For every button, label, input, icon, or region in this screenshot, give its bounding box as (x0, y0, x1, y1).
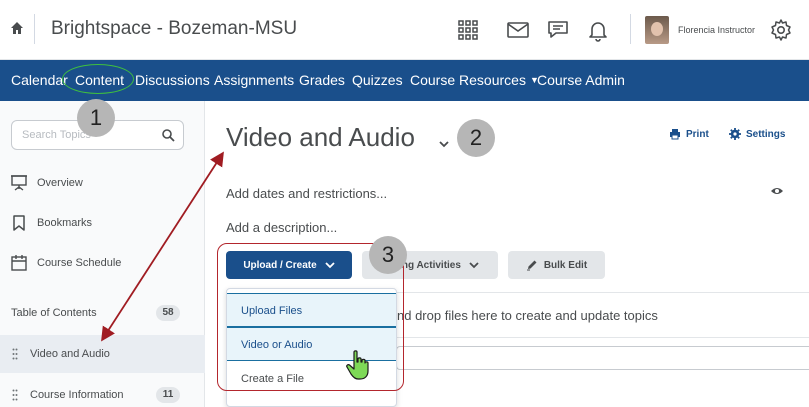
gear-icon (729, 128, 741, 140)
header-divider (34, 14, 35, 44)
avatar[interactable] (645, 16, 669, 44)
top-header: Brightspace - Bozeman-MSU Florencia Inst… (0, 0, 809, 60)
search-icon[interactable] (161, 128, 175, 142)
nav-course-admin[interactable]: Course Admin (537, 72, 625, 88)
sidebar-item-bookmarks[interactable]: Bookmarks (10, 214, 92, 232)
print-label: Print (686, 128, 709, 140)
module-count-badge: 11 (156, 387, 180, 403)
presentation-icon (11, 175, 27, 191)
waffle-grid-icon[interactable] (456, 18, 480, 42)
nav-course-resources[interactable]: Course Resources ▼ (410, 72, 539, 88)
nav-discussions[interactable]: Discussions (135, 72, 210, 88)
hand-pointer-cursor-icon (346, 350, 369, 380)
bookmark-icon (13, 215, 25, 231)
bulk-edit-button[interactable]: Bulk Edit (508, 251, 605, 279)
nav-course-resources-label: Course Resources (410, 72, 526, 88)
printer-icon (670, 129, 680, 140)
bulk-edit-label: Bulk Edit (543, 259, 588, 271)
page-title[interactable]: Video and Audio (226, 122, 415, 153)
step-callout-2: 2 (457, 119, 495, 157)
pencil-icon (526, 260, 537, 271)
nav-quizzes[interactable]: Quizzes (352, 72, 403, 88)
gear-icon[interactable] (769, 18, 793, 42)
file-dropzone[interactable]: nd drop files here to create and update … (396, 292, 809, 338)
home-icon[interactable] (10, 21, 24, 35)
table-of-contents-label[interactable]: Table of Contents (11, 307, 97, 319)
drag-handle-icon[interactable] (12, 389, 18, 401)
add-dates-link[interactable]: Add dates and restrictions... (226, 186, 387, 201)
toc-module-label: Video and Audio (30, 348, 110, 360)
user-name[interactable]: Florencia Instructor (678, 25, 755, 35)
print-button[interactable]: Print (669, 128, 709, 140)
eye-icon[interactable] (770, 186, 784, 196)
toc-module-course-information[interactable]: Course Information 11 (0, 376, 205, 407)
header-divider (630, 14, 631, 44)
settings-button[interactable]: Settings (729, 128, 785, 140)
calendar-icon (11, 255, 27, 271)
nav-grades[interactable]: Grades (299, 72, 345, 88)
step-callout-1: 1 (77, 99, 115, 137)
org-title[interactable]: Brightspace - Bozeman-MSU (51, 18, 297, 40)
chat-icon[interactable] (546, 18, 570, 42)
toc-module-label: Course Information (30, 389, 124, 401)
chevron-down-icon (469, 262, 479, 269)
nav-calendar[interactable]: Calendar (11, 72, 68, 88)
sidebar-item-label: Course Schedule (37, 257, 122, 269)
toc-module-video-and-audio[interactable]: Video and Audio (0, 335, 205, 373)
sidebar-item-overview[interactable]: Overview (10, 174, 83, 192)
existing-activities-label: ing Activities (399, 259, 461, 271)
nav-assignments[interactable]: Assignments (214, 72, 294, 88)
search-placeholder: Search Topics (22, 129, 91, 141)
bell-icon[interactable] (586, 18, 610, 42)
dropzone-text: nd drop files here to create and update … (397, 308, 658, 323)
chevron-down-icon[interactable] (437, 138, 451, 150)
toc-count-badge: 58 (156, 305, 180, 321)
drag-handle-icon[interactable] (12, 348, 18, 360)
new-topic-field[interactable] (396, 346, 809, 370)
sidebar-item-course-schedule[interactable]: Course Schedule (10, 254, 121, 272)
sidebar-item-label: Overview (37, 177, 83, 189)
step-callout-3: 3 (369, 236, 407, 274)
mail-icon[interactable] (506, 18, 530, 42)
content-highlight-ring (62, 64, 134, 94)
settings-label: Settings (746, 128, 786, 140)
sidebar-item-label: Bookmarks (37, 217, 93, 229)
add-description-link[interactable]: Add a description... (226, 220, 337, 235)
